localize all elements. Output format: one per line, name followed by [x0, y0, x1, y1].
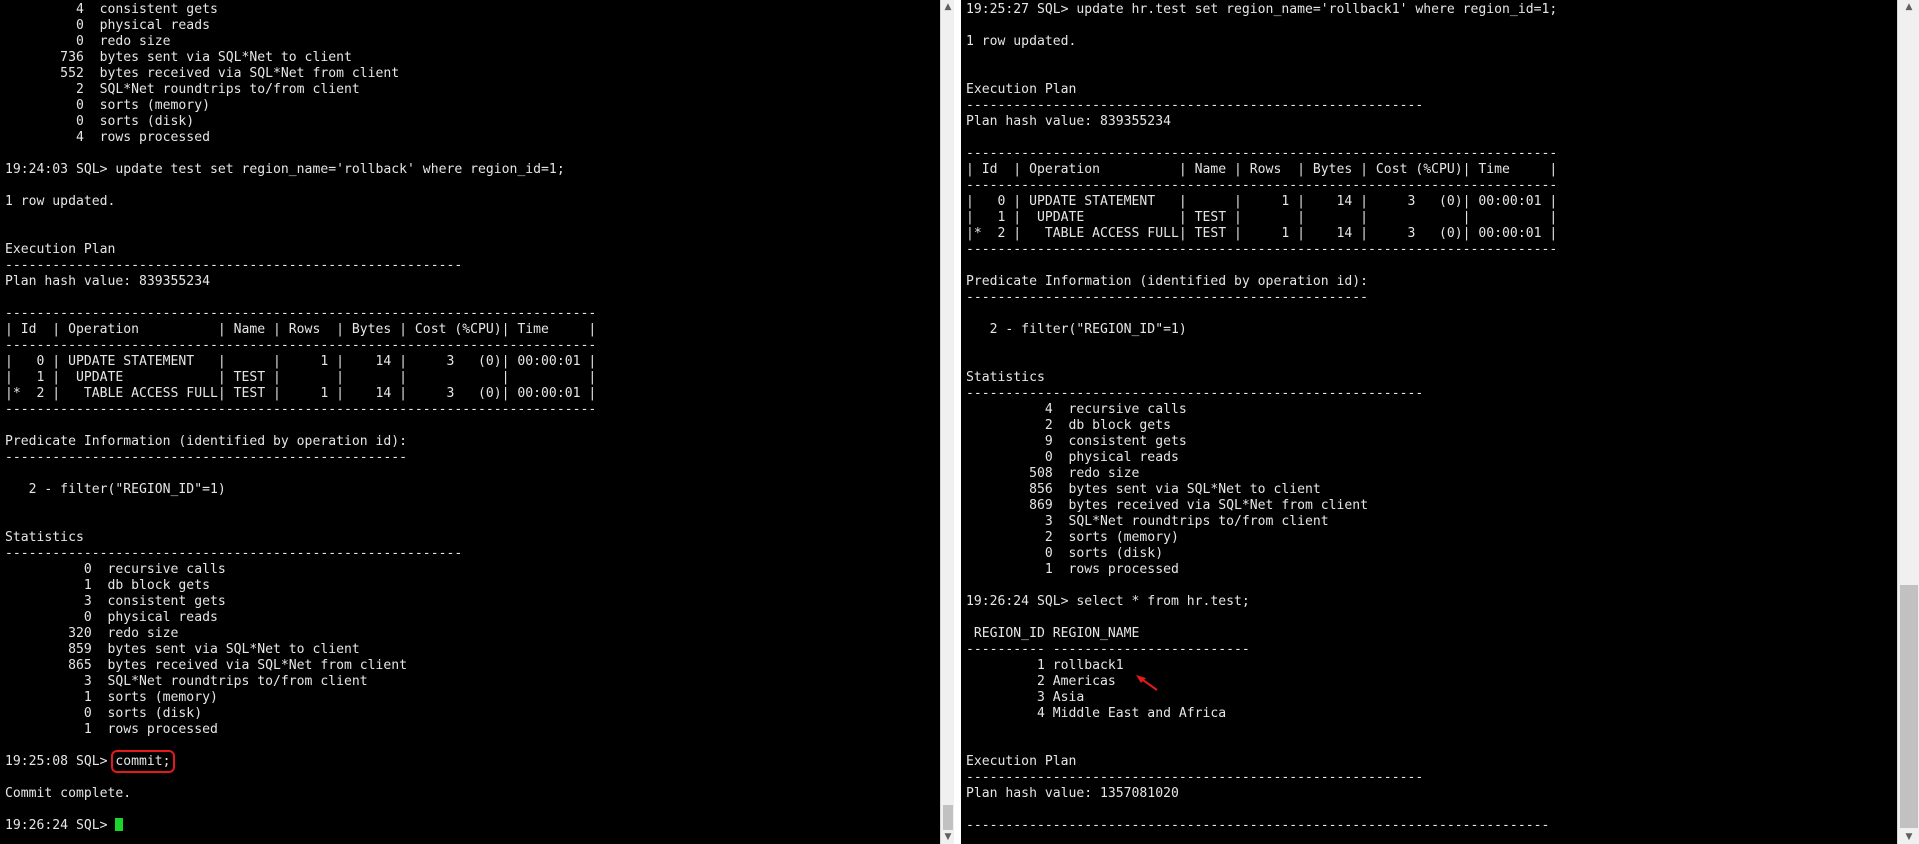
left-terminal-output: 4 consistent gets 0 physical reads 0 red… — [0, 0, 940, 834]
right-vertical-scrollbar[interactable]: ▲ ▼ — [1897, 0, 1919, 844]
commit-command-highlight: commit; — [111, 750, 175, 773]
chevron-down-icon[interactable]: ▼ — [941, 830, 955, 844]
terminal-cursor[interactable] — [115, 818, 124, 831]
left-output-before-commit: 4 consistent gets 0 physical reads 0 red… — [5, 2, 597, 737]
left-vertical-scrollbar[interactable]: ▲ ▼ — [940, 0, 955, 844]
left-terminal-pane[interactable]: 4 consistent gets 0 physical reads 0 red… — [0, 0, 940, 844]
right-terminal-output: 19:25:27 SQL> update hr.test set region_… — [966, 2, 1558, 833]
right-scrollbar-thumb[interactable] — [1900, 585, 1918, 828]
chevron-up-icon[interactable]: ▲ — [1898, 0, 1919, 14]
commit-prompt: 19:25:08 SQL> — [5, 754, 116, 769]
chevron-down-icon[interactable]: ▼ — [1898, 830, 1919, 844]
red-arrow-icon — [1136, 675, 1158, 691]
left-output-after-commit: Commit complete. — [5, 786, 132, 801]
pane-splitter[interactable] — [954, 0, 961, 844]
chevron-up-icon[interactable]: ▲ — [941, 0, 955, 14]
left-scrollbar-thumb[interactable] — [943, 805, 953, 830]
right-terminal-pane[interactable]: 19:25:27 SQL> update hr.test set region_… — [961, 0, 1897, 844]
active-prompt: 19:26:24 SQL> — [5, 818, 116, 833]
